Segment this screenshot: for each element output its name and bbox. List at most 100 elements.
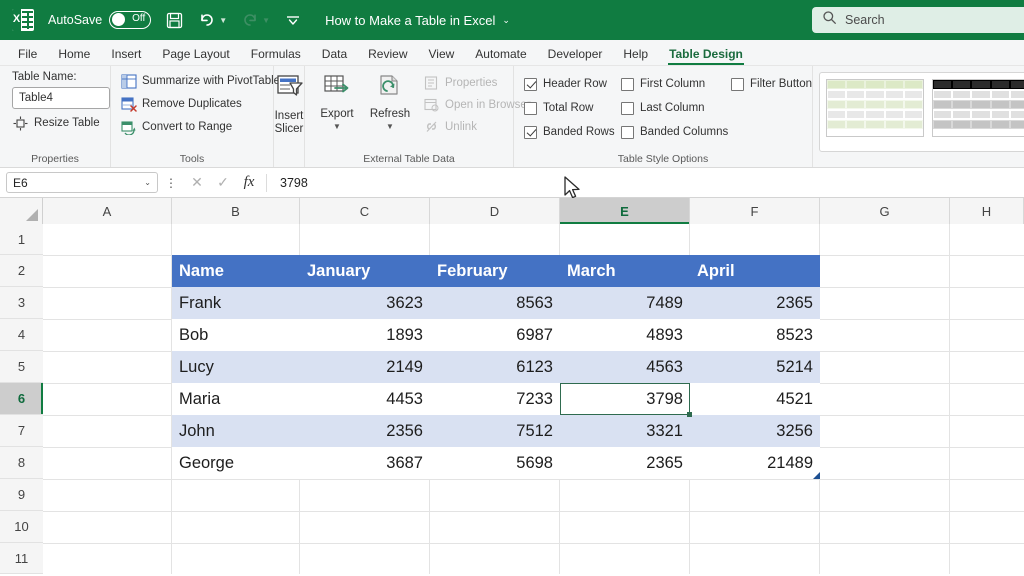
table-cell-february[interactable]: 8563 (430, 287, 560, 319)
table-cell-january[interactable]: 3687 (300, 447, 430, 479)
autosave-toggle[interactable]: Off (109, 11, 152, 29)
remove-duplicates-button[interactable]: Remove Duplicates (120, 96, 273, 112)
refresh-dropdown-caret-icon[interactable]: ▼ (386, 122, 394, 131)
column-header-h[interactable]: H (950, 198, 1024, 224)
tab-developer[interactable]: Developer (538, 44, 613, 65)
column-header-g[interactable]: G (820, 198, 950, 224)
insert-function-icon[interactable]: fx (236, 174, 262, 191)
table-name-input[interactable]: Table4 (12, 87, 110, 109)
column-header-c[interactable]: C (300, 198, 430, 224)
table-styles-gallery[interactable] (819, 72, 1024, 152)
table-cell-january[interactable]: 4453 (300, 383, 430, 415)
row-header-7[interactable]: 7 (0, 415, 43, 447)
row-header-11[interactable]: 11 (0, 543, 43, 574)
table-header-april[interactable]: April (690, 255, 820, 287)
row-header-8[interactable]: 8 (0, 447, 43, 479)
table-cell-april[interactable]: 4521 (690, 383, 820, 415)
table-cell-april[interactable]: 21489 (690, 447, 820, 479)
checkbox-filter-button[interactable]: Filter Button (731, 77, 812, 91)
name-box-caret-icon[interactable]: ⌄ (144, 178, 151, 187)
summarize-with-pivottable-button[interactable]: Summarize with PivotTable (120, 73, 280, 89)
table-cell-january[interactable]: 1893 (300, 319, 430, 351)
table-cell-february[interactable]: 5698 (430, 447, 560, 479)
table-cell-february[interactable]: 7512 (430, 415, 560, 447)
name-box[interactable]: E6 ⌄ (6, 172, 158, 193)
more-options-icon[interactable]: ⋮ (165, 176, 177, 190)
checkbox-banded-rows[interactable]: Banded Rows (524, 125, 621, 139)
checkbox-first-column[interactable]: First Column (621, 77, 731, 91)
checkbox-last-column[interactable]: Last Column (621, 101, 731, 115)
save-icon[interactable] (164, 10, 184, 30)
customize-quick-access-icon[interactable] (283, 10, 303, 30)
table-cell-name[interactable]: Lucy (172, 351, 300, 383)
table-cell-march[interactable]: 2365 (560, 447, 690, 479)
tab-data[interactable]: Data (312, 44, 357, 65)
select-all-button[interactable] (0, 198, 43, 224)
table-cell-name[interactable]: Frank (172, 287, 300, 319)
table-cell-name[interactable]: John (172, 415, 300, 447)
tab-home[interactable]: Home (48, 44, 100, 65)
export-dropdown-caret-icon[interactable]: ▼ (333, 122, 341, 131)
table-cell-march[interactable]: 3321 (560, 415, 690, 447)
undo-icon[interactable] (197, 10, 217, 30)
row-header-10[interactable]: 10 (0, 511, 43, 543)
table-cell-name[interactable]: George (172, 447, 300, 479)
document-title-caret-icon[interactable]: ⌄ (502, 15, 510, 26)
formula-input[interactable]: 3798 (273, 172, 1018, 194)
table-resize-handle[interactable] (813, 472, 820, 479)
table-cell-january[interactable]: 3623 (300, 287, 430, 319)
tab-view[interactable]: View (419, 44, 465, 65)
tab-review[interactable]: Review (358, 44, 417, 65)
checkbox-banded-columns[interactable]: Banded Columns (621, 125, 731, 139)
document-title[interactable]: How to Make a Table in Excel (325, 13, 495, 28)
row-header-1[interactable]: 1 (0, 224, 43, 255)
table-cell-january[interactable]: 2149 (300, 351, 430, 383)
table-cell-name[interactable]: Maria (172, 383, 300, 415)
column-header-a[interactable]: A (43, 198, 172, 224)
table-header-january[interactable]: January (300, 255, 430, 287)
row-header-3[interactable]: 3 (0, 287, 43, 319)
table-header-name[interactable]: Name (172, 255, 300, 287)
checkbox-total-row[interactable]: Total Row (524, 101, 621, 115)
table-cell-january[interactable]: 2356 (300, 415, 430, 447)
table-header-february[interactable]: February (430, 255, 560, 287)
table-cell-february[interactable]: 6987 (430, 319, 560, 351)
undo-dropdown-caret-icon[interactable]: ▼ (219, 16, 227, 25)
column-header-f[interactable]: F (690, 198, 820, 224)
table-cell-april[interactable]: 8523 (690, 319, 820, 351)
tab-file[interactable]: File (8, 44, 47, 65)
table-cell-name[interactable]: Bob (172, 319, 300, 351)
checkbox-header-row[interactable]: Header Row (524, 77, 621, 91)
column-header-d[interactable]: D (430, 198, 560, 224)
table-cell-march[interactable]: 7489 (560, 287, 690, 319)
row-header-9[interactable]: 9 (0, 479, 43, 511)
insert-slicer-button[interactable]: Insert Slicer (274, 71, 304, 136)
row-header-5[interactable]: 5 (0, 351, 43, 383)
tab-insert[interactable]: Insert (101, 44, 151, 65)
enter-icon[interactable]: ✓ (210, 174, 236, 191)
tab-page-layout[interactable]: Page Layout (152, 44, 239, 65)
table-header-march[interactable]: March (560, 255, 690, 287)
tab-automate[interactable]: Automate (465, 44, 536, 65)
table-cell-march-active[interactable]: 3798 (560, 383, 690, 415)
convert-to-range-button[interactable]: Convert to Range (120, 119, 273, 135)
table-style-dark-black[interactable] (932, 79, 1024, 137)
tab-formulas[interactable]: Formulas (241, 44, 311, 65)
row-header-6[interactable]: 6 (0, 383, 43, 415)
table-cell-february[interactable]: 6123 (430, 351, 560, 383)
resize-table-button[interactable]: Resize Table (12, 115, 110, 131)
row-header-4[interactable]: 4 (0, 319, 43, 351)
table-cell-april[interactable]: 5214 (690, 351, 820, 383)
cancel-icon[interactable]: ✕ (184, 174, 210, 191)
table-cell-february[interactable]: 7233 (430, 383, 560, 415)
tab-table-design[interactable]: Table Design (659, 44, 753, 65)
table-cell-march[interactable]: 4563 (560, 351, 690, 383)
column-header-b[interactable]: B (172, 198, 300, 224)
search-box[interactable]: Search (812, 7, 1024, 33)
column-header-e[interactable]: E (560, 198, 690, 224)
tab-help[interactable]: Help (613, 44, 658, 65)
table-style-light-green[interactable] (826, 79, 924, 137)
table-cell-april[interactable]: 3256 (690, 415, 820, 447)
table-cell-april[interactable]: 2365 (690, 287, 820, 319)
table-cell-march[interactable]: 4893 (560, 319, 690, 351)
